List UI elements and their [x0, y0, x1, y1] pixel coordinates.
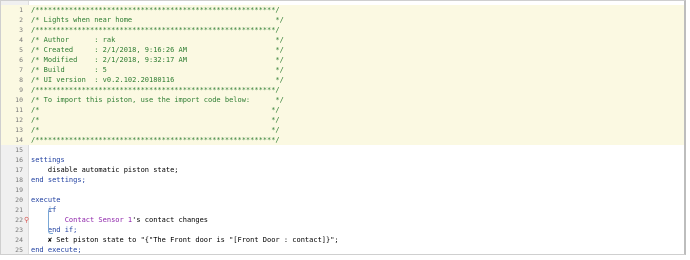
- code-text: /* To import this piston, use the import…: [31, 96, 284, 104]
- code-text: /* Author : rak */: [31, 36, 284, 44]
- code-line: 8 /* UI version : v0.2.102.20180116 */: [1, 75, 684, 85]
- code-text: ✘ Set piston state to "{"The Front door …: [31, 236, 339, 244]
- line-number: 5: [19, 46, 23, 54]
- code-line: 2 /* Lights when near home */: [1, 15, 684, 25]
- code-text: /* Build : 5 */: [31, 66, 284, 74]
- code-line: 19: [1, 185, 684, 195]
- line-number: 20: [15, 196, 23, 204]
- code-text: /* UI version : v0.2.102.20180116 */: [31, 76, 284, 84]
- code-line: 11 /* */: [1, 105, 684, 115]
- code-line: 3 /**************************************…: [1, 25, 684, 35]
- line-number: 15: [15, 146, 23, 154]
- code-text: end execute;: [31, 246, 82, 254]
- condition-text: 's contact changes: [132, 216, 209, 224]
- code-text: /* Modified : 2/1/2018, 9:32:17 AM */: [31, 56, 284, 64]
- code-text: /* Created : 2/1/2018, 9:16:26 AM */: [31, 46, 284, 54]
- line-number: 21: [15, 206, 23, 214]
- line-number: 7: [19, 66, 23, 74]
- code-text: /* */: [31, 106, 280, 114]
- if-block-bracket: [48, 208, 53, 234]
- line-number: 25: [15, 246, 23, 254]
- code-line: 21 if: [1, 205, 684, 215]
- line-number: 8: [19, 76, 23, 84]
- line-number: 9: [19, 86, 23, 94]
- code-line: 9 /**************************************…: [1, 85, 684, 95]
- trigger-icon: ⚲: [24, 216, 30, 224]
- code-text: /***************************************…: [31, 26, 280, 34]
- code-line: 5 /* Created : 2/1/2018, 9:16:26 AM */: [1, 45, 684, 55]
- device-name[interactable]: Contact Sensor 1: [31, 216, 132, 224]
- code-text: execute: [31, 196, 61, 204]
- line-number: 10: [15, 96, 23, 104]
- code-editor[interactable]: 1 /**************************************…: [0, 0, 686, 255]
- code-line: 13 /* */: [1, 125, 684, 135]
- code-text: /* Lights when near home */: [31, 16, 284, 24]
- code-line: 1 /**************************************…: [1, 5, 684, 15]
- code-text: /***************************************…: [31, 6, 280, 14]
- code-text: /***************************************…: [31, 86, 280, 94]
- code-line: 17 disable automatic piston state;: [1, 165, 684, 175]
- line-number: 1: [19, 6, 23, 14]
- code-text: /* */: [31, 116, 280, 124]
- code-line: 22 Contact Sensor 1's contact changes ⚲: [1, 215, 684, 225]
- code-text: settings: [31, 156, 65, 164]
- line-number: 3: [19, 26, 23, 34]
- code-text: /* */: [31, 126, 280, 134]
- line-number: 17: [15, 166, 23, 174]
- line-number: 19: [15, 186, 23, 194]
- code-text: end if;: [31, 226, 78, 234]
- code-line: 20 execute: [1, 195, 684, 205]
- code-text: disable automatic piston state;: [31, 166, 179, 174]
- code-text: /***************************************…: [31, 136, 280, 144]
- code-line: 4 /* Author : rak */: [1, 35, 684, 45]
- code-text: end settings;: [31, 176, 86, 184]
- code-line: 18 end settings;: [1, 175, 684, 185]
- line-number: 13: [15, 126, 23, 134]
- line-number: 11: [15, 106, 23, 114]
- code-line: 14 /*************************************…: [1, 135, 684, 145]
- code-line: 12 /* */: [1, 115, 684, 125]
- line-number: 22: [15, 216, 23, 224]
- line-number: 6: [19, 56, 23, 64]
- line-number: 4: [19, 36, 23, 44]
- code-line: 16 settings: [1, 155, 684, 165]
- line-number: 12: [15, 116, 23, 124]
- code-line: 25 end execute;: [1, 245, 684, 255]
- line-number: 24: [15, 236, 23, 244]
- code-line: 23 end if;: [1, 225, 684, 235]
- code-line: 6 /* Modified : 2/1/2018, 9:32:17 AM */: [1, 55, 684, 65]
- code-line: 24 ✘ Set piston state to "{"The Front do…: [1, 235, 684, 245]
- code-line: 7 /* Build : 5 */: [1, 65, 684, 75]
- line-number: 23: [15, 226, 23, 234]
- line-number: 2: [19, 16, 23, 24]
- line-number: 14: [15, 136, 23, 144]
- code-line: 15: [1, 145, 684, 155]
- line-number: 16: [15, 156, 23, 164]
- code-text: Contact Sensor 1's contact changes: [31, 215, 208, 225]
- line-number: 18: [15, 176, 23, 184]
- code-lines: 1 /**************************************…: [1, 5, 684, 255]
- code-line: 10 /* To import this piston, use the impo…: [1, 95, 684, 105]
